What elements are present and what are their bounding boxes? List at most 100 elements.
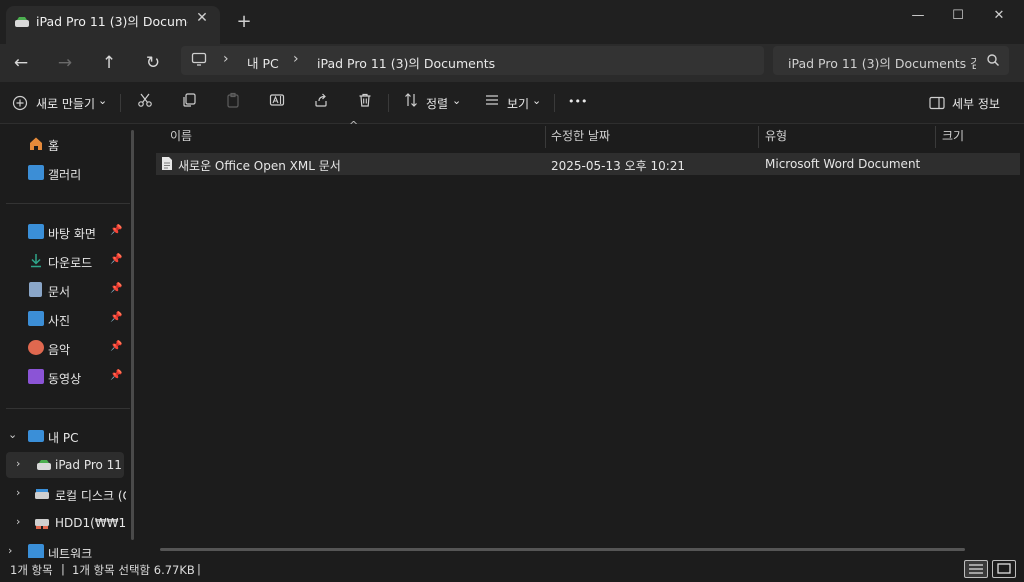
sidebar-item-label: 갤러리 — [48, 168, 82, 182]
sidebar-item-videos[interactable]: 동영상 📌 — [0, 364, 126, 390]
rename-icon[interactable] — [266, 92, 288, 114]
network-icon — [28, 544, 44, 558]
breadcrumb-separator: › — [223, 51, 229, 67]
column-divider[interactable] — [545, 126, 546, 148]
sidebar-item-network-drive[interactable]: › HDD1(₩₩192 — [0, 510, 126, 536]
sidebar-item-desktop[interactable]: 바탕 화면 📌 — [0, 219, 126, 245]
selection-info: 1개 항목 선택함 6.77KB — [72, 563, 195, 577]
pin-icon: 📌 — [110, 341, 123, 352]
divider — [120, 94, 121, 112]
sidebar-item-network[interactable]: › 네트워크 — [0, 539, 126, 558]
column-header-modified[interactable]: 수정한 날짜 — [551, 127, 610, 149]
sidebar-item-gallery[interactable]: 갤러리 — [0, 160, 126, 186]
sidebar-item-label: 다운로드 — [48, 256, 93, 270]
chevron-right-icon[interactable]: › — [8, 544, 12, 557]
sidebar-item-label: 홈 — [48, 139, 60, 153]
copy-icon[interactable] — [178, 92, 200, 114]
sidebar-item-downloads[interactable]: 다운로드 📌 — [0, 248, 126, 274]
search-placeholder: iPad Pro 11 (3)의 Documents 검색 — [788, 56, 976, 71]
column-header-type[interactable]: 유형 — [765, 127, 787, 149]
video-icon — [28, 369, 44, 384]
refresh-button[interactable]: ↻ — [140, 50, 166, 76]
share-icon[interactable] — [310, 92, 332, 114]
cut-icon[interactable] — [134, 92, 156, 114]
chevron-right-icon[interactable]: › — [16, 515, 20, 528]
details-pane-icon — [929, 96, 945, 110]
sidebar-item-label: 네트워크 — [48, 547, 93, 558]
sidebar-item-ipad[interactable]: › iPad Pro 11 (3) — [6, 452, 124, 478]
breadcrumb-item-documents[interactable]: iPad Pro 11 (3)의 Documents — [317, 53, 495, 72]
monitor-icon — [28, 430, 44, 442]
sidebar-item-pictures[interactable]: 사진 📌 — [0, 306, 126, 332]
more-options-button[interactable]: ••• — [568, 95, 587, 108]
network-drive-icon — [34, 515, 50, 530]
view-button[interactable]: 보기 — [507, 95, 529, 112]
sidebar-item-label: HDD1(₩₩192 — [55, 516, 126, 530]
chevron-right-icon[interactable]: › — [16, 457, 20, 470]
file-modified: 2025-05-13 오후 10:21 — [551, 159, 686, 173]
sidebar-item-label: 내 PC — [48, 431, 79, 445]
pictures-icon — [28, 311, 44, 326]
column-header-size[interactable]: 크기 — [942, 127, 964, 149]
item-count: 1개 항목 — [10, 563, 53, 577]
file-icon — [161, 156, 173, 171]
details-button[interactable]: 세부 정보 — [952, 95, 1000, 112]
search-icon[interactable] — [986, 53, 1000, 67]
sidebar-item-documents[interactable]: 문서 📌 — [0, 277, 126, 303]
gallery-icon — [28, 165, 44, 180]
sidebar-item-label: 바탕 화면 — [48, 227, 96, 241]
paste-icon[interactable] — [222, 92, 244, 114]
sidebar-item-music[interactable]: 음악 📌 — [0, 335, 126, 361]
column-divider[interactable] — [935, 126, 936, 148]
close-window-button[interactable]: ✕ — [984, 5, 1014, 27]
new-tab-button[interactable]: + — [234, 12, 254, 32]
desktop-icon — [28, 224, 44, 239]
sidebar-item-label: 문서 — [48, 285, 71, 299]
music-icon — [28, 340, 44, 355]
details-view-button[interactable] — [964, 560, 988, 578]
divider — [6, 203, 130, 204]
forward-button[interactable]: → — [52, 50, 78, 76]
pin-icon: 📌 — [110, 283, 123, 294]
file-name: 새로운 Office Open XML 문서 — [178, 159, 341, 173]
sidebar-item-label: iPad Pro 11 (3) — [55, 458, 124, 472]
sidebar-item-local-disk[interactable]: › 로컬 디스크 (C — [0, 481, 126, 507]
sidebar-item-this-pc[interactable]: ⌄ 내 PC — [0, 423, 126, 449]
breadcrumb-item-pc[interactable]: 내 PC — [247, 53, 279, 72]
column-header-name[interactable]: 이름 — [170, 127, 192, 149]
minimize-button[interactable]: — — [903, 5, 933, 27]
view-icon — [481, 92, 503, 114]
back-button[interactable]: ← — [8, 50, 34, 76]
divider — [388, 94, 389, 112]
chevron-right-icon[interactable]: › — [16, 486, 20, 499]
file-type: Microsoft Word Document — [765, 157, 921, 171]
sort-icon — [400, 92, 422, 114]
sort-button[interactable]: 정렬 — [426, 95, 448, 112]
chevron-down-icon: ⌄ — [98, 94, 108, 107]
sidebar-item-home[interactable]: 홈 — [0, 131, 126, 157]
tab-close-button[interactable]: ✕ — [192, 8, 212, 28]
divider — [6, 408, 130, 409]
horizontal-scrollbar[interactable] — [160, 548, 965, 551]
chevron-down-icon[interactable]: ⌄ — [8, 428, 17, 441]
delete-icon[interactable] — [354, 92, 376, 114]
drive-icon — [34, 486, 50, 501]
up-button[interactable]: ↑ — [96, 50, 122, 76]
chevron-down-icon: ⌄ — [452, 94, 462, 107]
column-divider[interactable] — [758, 126, 759, 148]
monitor-icon — [191, 52, 207, 66]
pin-icon: 📌 — [110, 312, 123, 323]
pin-icon: 📌 — [110, 254, 123, 265]
divider — [554, 94, 555, 112]
maximize-button[interactable]: ☐ — [943, 5, 973, 27]
status-divider: | — [61, 562, 65, 576]
sort-arrow: ^ — [349, 119, 359, 132]
sidebar-item-label: 음악 — [48, 343, 71, 357]
new-button[interactable]: 새로 만들기 — [36, 95, 95, 112]
drive-icon — [14, 16, 30, 28]
large-icons-view-button[interactable] — [992, 560, 1016, 578]
sidebar-scrollbar[interactable] — [131, 130, 134, 540]
sidebar-item-label: 동영상 — [48, 372, 82, 386]
tab-title: iPad Pro 11 (3)의 Documents — [36, 14, 188, 29]
drive-icon — [36, 457, 52, 472]
